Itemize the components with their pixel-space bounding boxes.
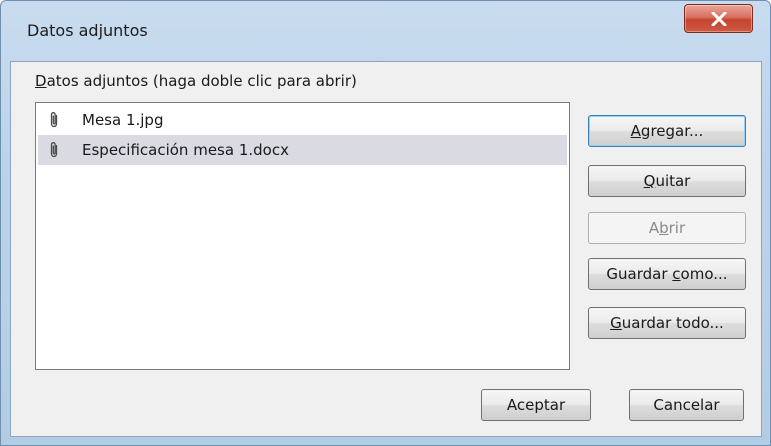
accelerator: G xyxy=(610,314,622,332)
dialog-body: Datos adjuntos (haga doble clic para abr… xyxy=(10,61,762,437)
remove-button-label: Quitar xyxy=(644,172,691,190)
label-rest: gregar... xyxy=(640,122,704,140)
list-item-selected[interactable]: Especificación mesa 1.docx xyxy=(38,135,567,165)
paperclip-icon xyxy=(46,141,62,159)
save-all-button-label: Guardar todo... xyxy=(610,314,724,332)
list-item[interactable]: Mesa 1.jpg xyxy=(38,105,567,135)
label-rest: uitar xyxy=(655,172,691,190)
accelerator: A xyxy=(630,122,641,140)
ok-button[interactable]: Aceptar xyxy=(481,389,591,421)
open-button[interactable]: Abrir xyxy=(588,212,746,244)
add-button[interactable]: Agregar... xyxy=(588,115,746,147)
title-bar[interactable]: Datos adjuntos xyxy=(1,1,770,61)
close-icon xyxy=(711,11,727,26)
accelerator: c xyxy=(672,265,681,283)
save-as-button[interactable]: Guardar como... xyxy=(588,258,746,290)
window-title: Datos adjuntos xyxy=(27,21,148,40)
close-button[interactable] xyxy=(684,4,753,33)
accelerator: b xyxy=(659,219,669,237)
remove-button[interactable]: Quitar xyxy=(588,165,746,197)
paperclip-icon xyxy=(46,111,62,129)
open-button-label: Abrir xyxy=(649,219,685,237)
attachments-list[interactable]: Mesa 1.jpg Especificación mesa 1.docx xyxy=(35,102,570,370)
add-button-label: Agregar... xyxy=(631,122,704,140)
attachment-name: Especificación mesa 1.docx xyxy=(82,141,289,159)
label-text: atos adjuntos (haga doble clic para abri… xyxy=(46,72,357,90)
label-rest: omo... xyxy=(680,265,728,283)
save-as-button-label: Guardar como... xyxy=(606,265,727,283)
label-pre: Guardar xyxy=(606,265,673,283)
attachments-label: Datos adjuntos (haga doble clic para abr… xyxy=(35,72,357,90)
cancel-button[interactable]: Cancelar xyxy=(629,389,744,421)
save-all-button[interactable]: Guardar todo... xyxy=(588,307,746,339)
label-rest: rir xyxy=(668,219,686,237)
attachment-name: Mesa 1.jpg xyxy=(82,111,164,129)
accelerator: Q xyxy=(643,172,656,190)
attachments-dialog: Datos adjuntos Datos adjuntos (haga dobl… xyxy=(0,0,771,446)
label-pre: A xyxy=(648,219,660,237)
label-rest: uardar todo... xyxy=(621,314,724,332)
label-accelerator: D xyxy=(35,72,47,90)
